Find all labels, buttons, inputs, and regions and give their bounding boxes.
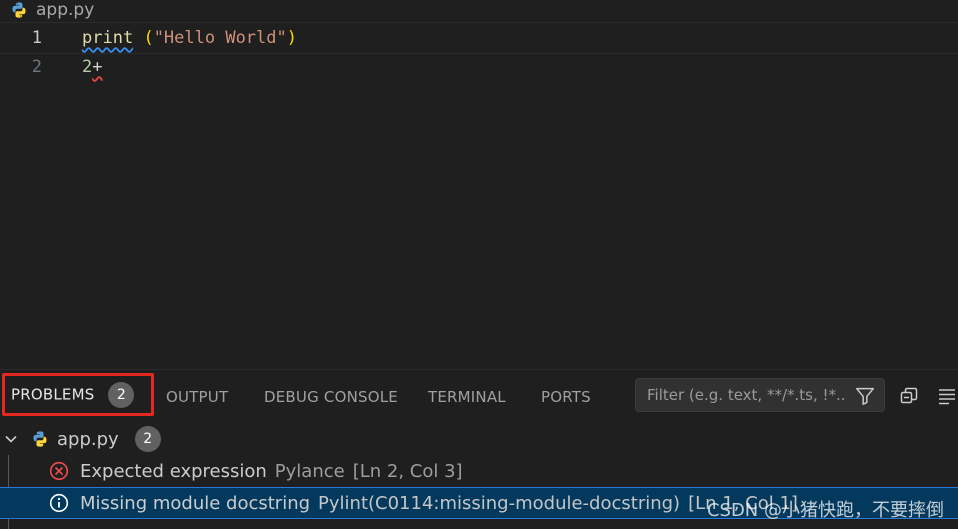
chevron-down-icon[interactable] xyxy=(3,431,19,447)
code-line-1[interactable]: 1 print ("Hello World") xyxy=(0,22,958,54)
python-file-icon xyxy=(12,2,26,18)
problem-source: Pylint(C0114:missing-module-docstring) xyxy=(318,492,681,514)
tab-ports[interactable]: PORTS xyxy=(541,388,591,406)
line-number: 1 xyxy=(31,28,42,48)
problem-message: Expected expression xyxy=(80,460,267,482)
collapse-all-icon[interactable] xyxy=(899,386,919,406)
code-editor[interactable]: 1 print ("Hello World") 2 2+ xyxy=(0,22,958,368)
line-number: 2 xyxy=(31,57,42,77)
info-icon xyxy=(49,493,69,513)
tab-terminal[interactable]: TERMINAL xyxy=(428,388,506,406)
error-icon xyxy=(49,461,69,481)
problem-source: Pylance xyxy=(274,460,345,482)
problems-count-badge: 2 xyxy=(108,382,135,408)
code-line-2[interactable]: 2 2+ xyxy=(0,52,958,82)
tab-output[interactable]: OUTPUT xyxy=(166,388,228,406)
problem-item[interactable]: Expected expression Pylance [Ln 2, Col 3… xyxy=(0,455,958,487)
tab-debug-console[interactable]: DEBUG CONSOLE xyxy=(264,388,398,406)
python-file-icon xyxy=(33,431,47,447)
problem-message: Missing module docstring xyxy=(80,492,311,514)
token-open-paren: ( xyxy=(143,28,154,48)
filter-input[interactable] xyxy=(645,385,849,405)
token-string: "Hello World" xyxy=(153,28,287,48)
problems-filter[interactable] xyxy=(635,378,885,412)
view-as-list-icon[interactable] xyxy=(937,386,957,406)
breadcrumb[interactable]: app.py xyxy=(0,0,958,20)
token-close-paren: ) xyxy=(286,28,297,48)
token-number: 2 xyxy=(82,57,93,77)
problem-location: [Ln 2, Col 3] xyxy=(352,460,463,482)
token-keyword: print xyxy=(82,28,134,48)
token-operator: + xyxy=(92,57,103,77)
panel-tab-bar: PROBLEMS 2 OUTPUT DEBUG CONSOLE TERMINAL … xyxy=(0,369,958,424)
problems-file-group[interactable]: app.py 2 xyxy=(0,423,958,455)
problems-file-count: 2 xyxy=(134,426,161,452)
tab-problems-label: PROBLEMS xyxy=(11,385,95,404)
code-text[interactable]: print ("Hello World") xyxy=(82,28,297,48)
filter-icon[interactable] xyxy=(854,385,876,407)
code-text[interactable]: 2+ xyxy=(82,57,103,77)
breadcrumb-file[interactable]: app.py xyxy=(36,0,94,20)
tab-problems[interactable]: PROBLEMS 2 xyxy=(11,382,135,408)
watermark: CSDN @小猪快跑，不要摔倒 xyxy=(706,500,944,521)
problems-file-name: app.py xyxy=(57,428,119,450)
